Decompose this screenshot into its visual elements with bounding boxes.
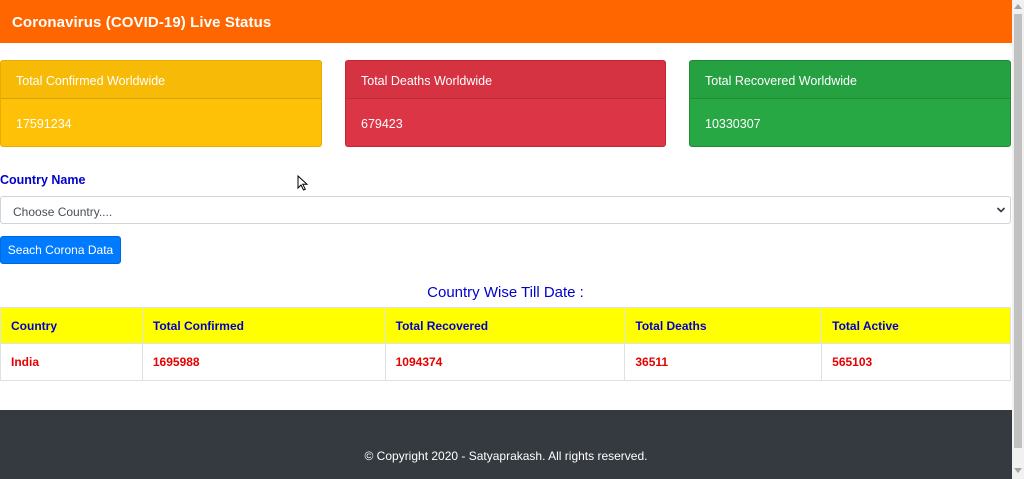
- cell-total-active: 565103: [821, 343, 1011, 381]
- card-confirmed-label: Total Confirmed Worldwide: [1, 61, 321, 99]
- header-total-deaths: Total Deaths: [624, 307, 823, 344]
- card-total-recovered: Total Recovered Worldwide 10330307: [689, 60, 1011, 147]
- card-recovered-label: Total Recovered Worldwide: [690, 61, 1010, 99]
- country-select[interactable]: Choose Country....: [0, 196, 1011, 224]
- header-total-confirmed: Total Confirmed: [141, 307, 386, 344]
- header-country: Country: [0, 307, 143, 344]
- scroll-down-arrow-icon[interactable]: [1014, 468, 1022, 473]
- country-data-table: Country Total Confirmed Total Recovered …: [0, 307, 1011, 381]
- card-deaths-label: Total Deaths Worldwide: [346, 61, 665, 99]
- mouse-cursor-icon: [297, 175, 309, 191]
- card-confirmed-value: 17591234: [16, 117, 72, 131]
- country-select-value: Choose Country....: [13, 205, 113, 219]
- table-header-row: Country Total Confirmed Total Recovered …: [0, 307, 1011, 344]
- chevron-down-icon: [996, 207, 1006, 213]
- country-name-label: Country Name: [0, 173, 86, 187]
- vertical-scrollbar[interactable]: [1012, 0, 1024, 479]
- table-row: India 1695988 1094374 36511 565103: [0, 343, 1011, 381]
- cell-country: India: [0, 343, 143, 381]
- card-total-confirmed: Total Confirmed Worldwide 17591234: [0, 60, 322, 147]
- cell-total-confirmed: 1695988: [141, 343, 386, 381]
- card-deaths-value: 679423: [361, 117, 403, 131]
- card-total-deaths: Total Deaths Worldwide 679423: [345, 60, 666, 147]
- scroll-up-arrow-icon[interactable]: [1014, 4, 1022, 9]
- navbar: Coronavirus (COVID-19) Live Status: [0, 0, 1012, 43]
- header-total-recovered: Total Recovered: [384, 307, 626, 344]
- card-recovered-value: 10330307: [705, 117, 761, 131]
- footer: © Copyright 2020 - Satyaprakash. All rig…: [0, 410, 1012, 479]
- header-total-active: Total Active: [821, 307, 1011, 344]
- scrollbar-thumb[interactable]: [1014, 14, 1022, 448]
- search-corona-data-button[interactable]: Seach Corona Data: [0, 236, 121, 264]
- footer-copyright: © Copyright 2020 - Satyaprakash. All rig…: [364, 449, 648, 463]
- cell-total-recovered: 1094374: [384, 343, 626, 381]
- table-title: Country Wise Till Date :: [427, 284, 584, 301]
- page-title[interactable]: Coronavirus (COVID-19) Live Status: [12, 14, 271, 31]
- cell-total-deaths: 36511: [624, 343, 823, 381]
